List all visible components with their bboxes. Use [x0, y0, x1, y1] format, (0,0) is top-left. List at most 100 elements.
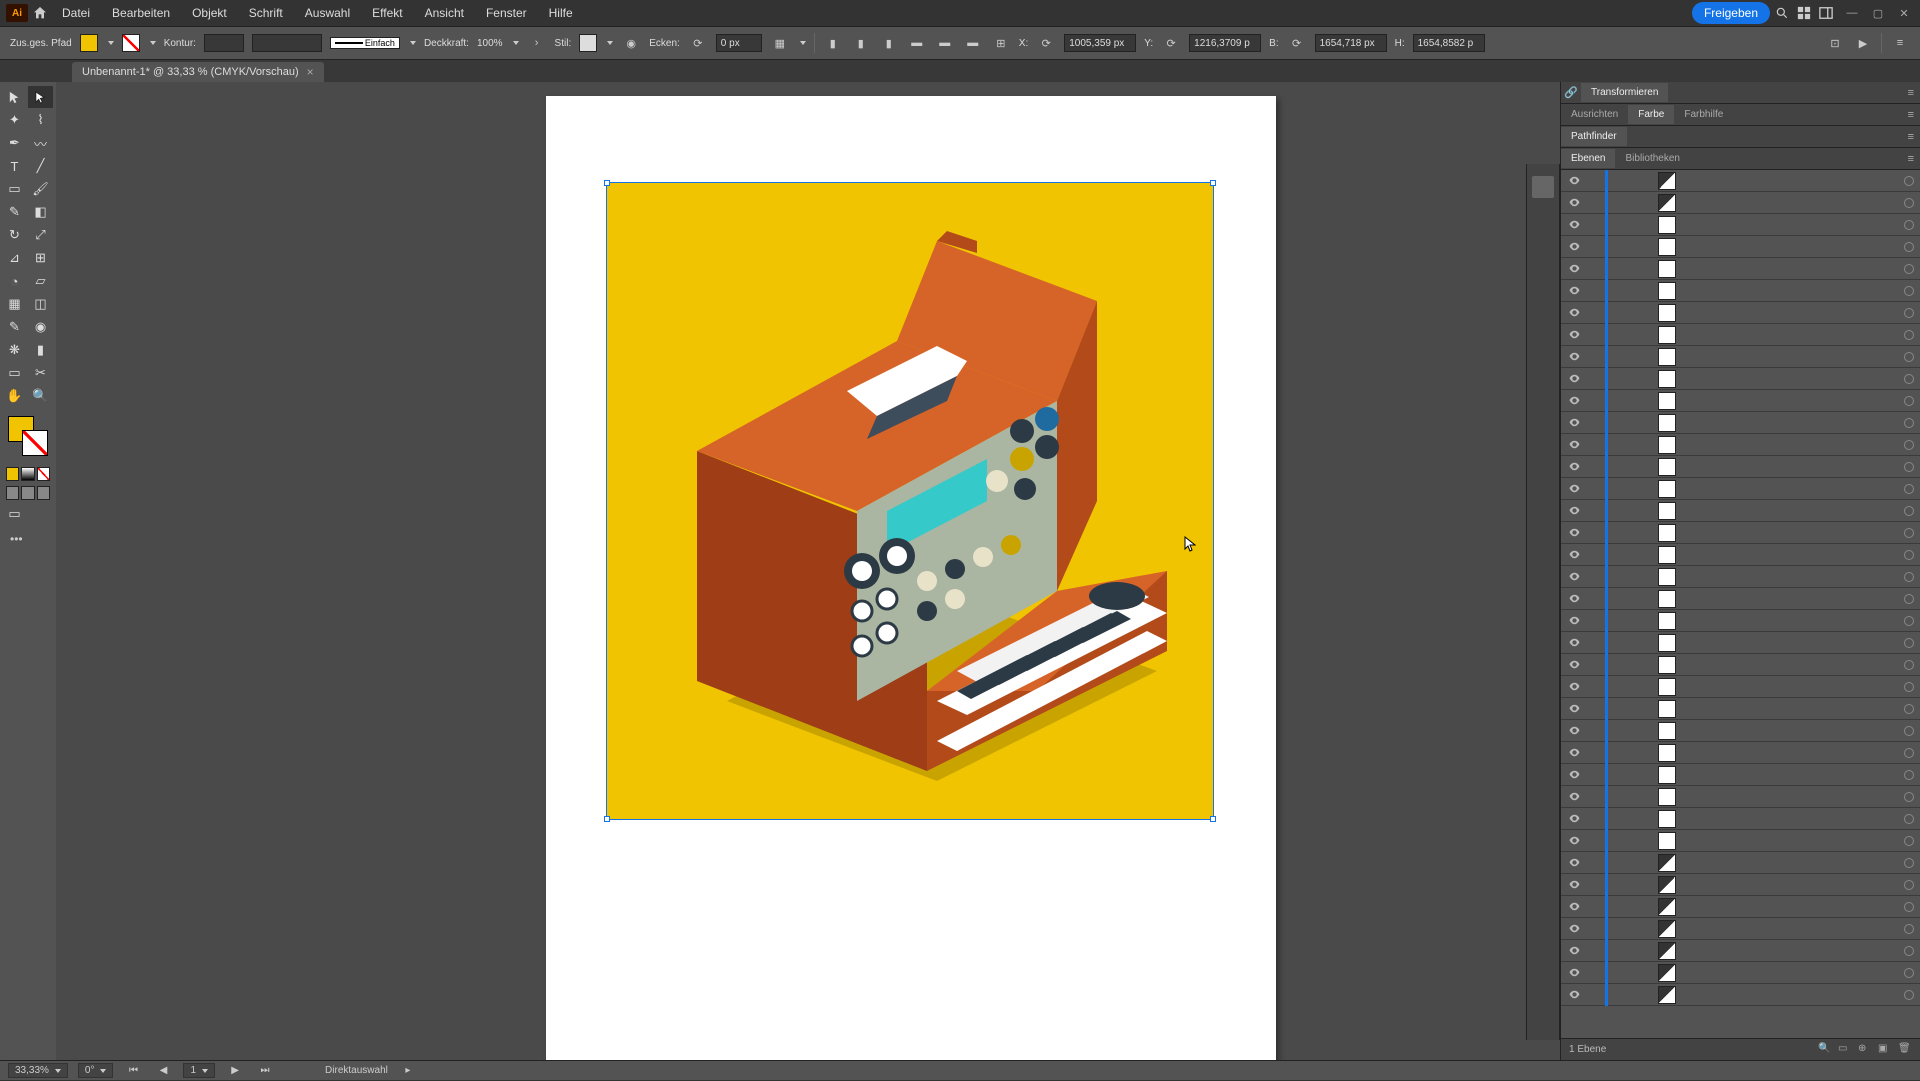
layer-row[interactable]: [1561, 522, 1920, 544]
visibility-toggle-icon[interactable]: [1567, 504, 1581, 518]
stroke-swatch[interactable]: [122, 34, 140, 52]
paintbrush-tool[interactable]: 🖌: [28, 178, 53, 200]
status-menu-icon[interactable]: ▸: [398, 1061, 418, 1081]
menu-effekt[interactable]: Effekt: [362, 2, 412, 24]
selection-handle[interactable]: [1210, 816, 1216, 822]
visibility-toggle-icon[interactable]: [1567, 944, 1581, 958]
direct-selection-tool[interactable]: [28, 86, 53, 108]
layer-row[interactable]: [1561, 214, 1920, 236]
layer-row[interactable]: [1561, 368, 1920, 390]
free-transform-tool[interactable]: ⊞: [28, 247, 53, 269]
panel-menu-icon[interactable]: ≡: [1902, 131, 1920, 143]
target-icon[interactable]: [1904, 814, 1914, 824]
target-icon[interactable]: [1904, 682, 1914, 692]
visibility-toggle-icon[interactable]: [1567, 856, 1581, 870]
target-icon[interactable]: [1904, 286, 1914, 296]
target-icon[interactable]: [1904, 660, 1914, 670]
target-icon[interactable]: [1904, 924, 1914, 934]
layer-thumbnail[interactable]: [1658, 524, 1676, 542]
visibility-toggle-icon[interactable]: [1567, 834, 1581, 848]
visibility-toggle-icon[interactable]: [1567, 394, 1581, 408]
visibility-toggle-icon[interactable]: [1567, 570, 1581, 584]
layer-thumbnail[interactable]: [1658, 480, 1676, 498]
edit-toolbar-icon[interactable]: •••: [10, 532, 46, 546]
tab-align[interactable]: Ausrichten: [1561, 105, 1628, 124]
stroke-weight-field[interactable]: [204, 34, 244, 52]
visibility-toggle-icon[interactable]: [1567, 680, 1581, 694]
draw-behind-icon[interactable]: [21, 486, 34, 500]
layer-thumbnail[interactable]: [1658, 942, 1676, 960]
layer-thumbnail[interactable]: [1658, 172, 1676, 190]
target-icon[interactable]: [1904, 880, 1914, 890]
layer-name-label[interactable]: [1680, 770, 1914, 780]
visibility-toggle-icon[interactable]: [1567, 966, 1581, 980]
layer-row[interactable]: [1561, 412, 1920, 434]
target-icon[interactable]: [1904, 484, 1914, 494]
panel-menu-icon[interactable]: ≡: [1902, 109, 1920, 121]
align-to-icon[interactable]: ▦: [770, 33, 790, 53]
target-icon[interactable]: [1904, 242, 1914, 252]
align-center-h-icon[interactable]: ▮: [851, 33, 871, 53]
target-icon[interactable]: [1904, 352, 1914, 362]
first-artboard-icon[interactable]: ⏮: [123, 1061, 143, 1081]
link-wh-icon[interactable]: ⟳: [1287, 33, 1307, 53]
rectangle-tool[interactable]: ▭: [2, 178, 27, 200]
variable-width-profile[interactable]: [252, 34, 322, 52]
artboard-nav-field[interactable]: 1: [183, 1063, 215, 1078]
visibility-toggle-icon[interactable]: [1567, 218, 1581, 232]
lasso-tool[interactable]: ⌇: [28, 109, 53, 131]
layer-name-label[interactable]: [1680, 748, 1914, 758]
eraser-tool[interactable]: ◧: [28, 201, 53, 223]
align-middle-icon[interactable]: ▬: [935, 33, 955, 53]
next-artboard-icon[interactable]: ▶: [225, 1061, 245, 1081]
none-mode-icon[interactable]: [37, 467, 50, 481]
curvature-tool[interactable]: 〰: [28, 132, 53, 154]
layer-thumbnail[interactable]: [1658, 216, 1676, 234]
layer-row[interactable]: [1561, 984, 1920, 1006]
visibility-toggle-icon[interactable]: [1567, 988, 1581, 1002]
layer-row[interactable]: [1561, 698, 1920, 720]
last-artboard-icon[interactable]: ⏭: [255, 1061, 275, 1081]
menu-objekt[interactable]: Objekt: [182, 2, 237, 24]
color-mode-icon[interactable]: [6, 467, 19, 481]
corner-link-icon[interactable]: ⟳: [688, 33, 708, 53]
layer-row[interactable]: [1561, 566, 1920, 588]
prev-artboard-icon[interactable]: ◀: [153, 1061, 173, 1081]
layer-row[interactable]: [1561, 676, 1920, 698]
target-icon[interactable]: [1904, 550, 1914, 560]
visibility-toggle-icon[interactable]: [1567, 306, 1581, 320]
corner-radius-field[interactable]: 0 px: [716, 34, 762, 52]
new-sublayer-icon[interactable]: ⊕: [1858, 1043, 1872, 1057]
visibility-toggle-icon[interactable]: [1567, 724, 1581, 738]
locate-object-icon[interactable]: 🔍: [1818, 1043, 1832, 1057]
target-icon[interactable]: [1904, 264, 1914, 274]
layer-thumbnail[interactable]: [1658, 546, 1676, 564]
layer-row[interactable]: [1561, 236, 1920, 258]
layer-name-label[interactable]: [1680, 814, 1914, 824]
target-icon[interactable]: [1904, 418, 1914, 428]
layer-thumbnail[interactable]: [1658, 370, 1676, 388]
document-tab[interactable]: Unbenannt-1* @ 33,33 % (CMYK/Vorschau) ×: [72, 62, 324, 82]
target-icon[interactable]: [1904, 792, 1914, 802]
layer-row[interactable]: [1561, 478, 1920, 500]
artboard-tool[interactable]: ▭: [2, 362, 27, 384]
layer-thumbnail[interactable]: [1658, 194, 1676, 212]
target-icon[interactable]: [1904, 308, 1914, 318]
screen-mode-icon[interactable]: ▭: [2, 503, 27, 525]
visibility-toggle-icon[interactable]: [1567, 482, 1581, 496]
layer-row[interactable]: [1561, 588, 1920, 610]
align-top-icon[interactable]: ▬: [907, 33, 927, 53]
selection-tool[interactable]: [2, 86, 27, 108]
stroke-color-swatch[interactable]: [22, 430, 48, 456]
edit-similar-icon[interactable]: ▶: [1853, 33, 1873, 53]
target-icon[interactable]: [1904, 704, 1914, 714]
layer-row[interactable]: [1561, 940, 1920, 962]
scale-tool[interactable]: ⤢: [28, 224, 53, 246]
dock-properties-icon[interactable]: [1532, 176, 1554, 198]
visibility-toggle-icon[interactable]: [1567, 262, 1581, 276]
tab-libraries[interactable]: Bibliotheken: [1615, 149, 1689, 168]
mesh-tool[interactable]: ▦: [2, 293, 27, 315]
layer-row[interactable]: [1561, 742, 1920, 764]
layer-thumbnail[interactable]: [1658, 568, 1676, 586]
close-icon[interactable]: ✕: [1894, 6, 1914, 20]
